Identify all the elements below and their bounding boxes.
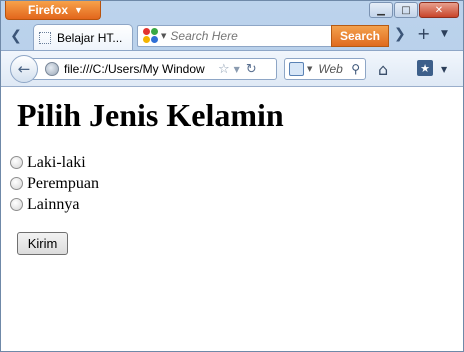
title-bar: Firefox ▼ ▁ □ ✕ (1, 1, 463, 21)
firefox-menu-label: Firefox (28, 3, 69, 17)
option-laki-laki[interactable]: Laki-laki (5, 152, 463, 173)
history-dropdown-icon[interactable]: ▼ (234, 65, 240, 74)
globe-icon (45, 62, 59, 76)
web-search-box[interactable]: ▼ Web ⚲ (284, 58, 366, 80)
list-all-tabs-icon[interactable]: ▼ (441, 29, 448, 39)
navigation-bar: file:///C:/Users/My Window ☆ ▼ ↻ ← ▼ Web… (1, 50, 463, 87)
page-content: Pilih Jenis Kelamin Laki-laki Perempuan … (1, 87, 463, 351)
web-search-label: Web (318, 62, 343, 76)
bookmarks-menu-icon[interactable]: ★ (417, 60, 433, 76)
home-icon[interactable]: ⌂ (378, 60, 388, 79)
tab-active[interactable]: Belajar HT... (33, 24, 133, 50)
close-button[interactable]: ✕ (419, 2, 459, 18)
back-arrow-icon: ← (17, 60, 31, 78)
page-heading: Pilih Jenis Kelamin (17, 97, 284, 133)
firefox-menu-button[interactable]: Firefox ▼ (5, 1, 101, 20)
maximize-icon: □ (401, 4, 411, 16)
page-favicon-icon (39, 31, 51, 44)
bookmark-star-icon[interactable]: ☆ (218, 62, 230, 77)
maximize-button[interactable]: □ (394, 2, 418, 18)
option-label: Lainnya (27, 195, 80, 213)
tab-strip: ❮ Belajar HT... ▼ Search ❯ + ▼ (1, 22, 463, 50)
magnifier-icon[interactable]: ⚲ (351, 62, 360, 76)
search-button[interactable]: Search (331, 25, 389, 47)
url-text[interactable]: file:///C:/Users/My Window (64, 62, 214, 76)
option-lainnya[interactable]: Lainnya (5, 194, 463, 215)
gender-options: Laki-laki Perempuan Lainnya (5, 152, 463, 215)
address-bar[interactable]: file:///C:/Users/My Window ☆ ▼ ↻ (33, 58, 277, 80)
scroll-tabs-right-icon[interactable]: ❯ (394, 26, 406, 42)
browser-window: Firefox ▼ ▁ □ ✕ ❮ Belajar HT... ▼ Search… (0, 0, 464, 352)
option-label: Perempuan (27, 174, 99, 192)
minimize-icon: ▁ (377, 4, 385, 16)
scroll-tabs-left-icon[interactable]: ❮ (7, 26, 25, 46)
radio-perempuan[interactable] (10, 177, 23, 190)
back-button[interactable]: ← (10, 55, 38, 83)
radio-laki-laki[interactable] (10, 156, 23, 169)
reload-icon[interactable]: ↻ (246, 62, 257, 77)
option-label: Laki-laki (27, 153, 86, 171)
search-engine-icon (143, 28, 159, 44)
minimize-button[interactable]: ▁ (369, 2, 393, 18)
chevron-down-icon[interactable]: ▼ (441, 65, 447, 74)
option-perempuan[interactable]: Perempuan (5, 173, 463, 194)
submit-button[interactable]: Kirim (17, 232, 68, 255)
new-tab-icon[interactable]: + (417, 24, 430, 43)
radio-lainnya[interactable] (10, 198, 23, 211)
chevron-down-icon: ▼ (161, 32, 167, 40)
web-search-engine-icon (289, 62, 304, 76)
chevron-down-icon: ▼ (307, 65, 313, 73)
close-icon: ✕ (434, 4, 444, 16)
window-controls: ▁ □ ✕ (369, 2, 459, 18)
chevron-down-icon: ▼ (74, 5, 83, 15)
toolbar-search-box[interactable]: ▼ Search (137, 25, 389, 47)
tab-title: Belajar HT... (57, 30, 123, 45)
